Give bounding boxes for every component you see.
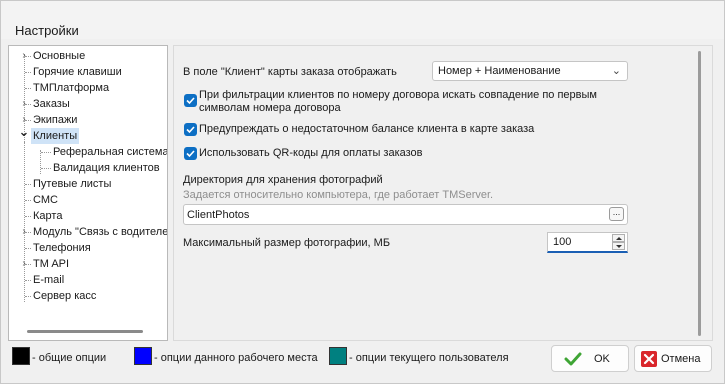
tree-item-crews[interactable]: › Экипажи (9, 112, 167, 128)
tree-item-label: Путевые листы (33, 178, 112, 190)
max-photo-size-spinner[interactable]: 100 (547, 232, 628, 253)
chevron-down-icon: ⌄ (611, 65, 621, 77)
check-icon (186, 97, 195, 105)
contract-search-label-line1: При фильтрации клиентов по номеру догово… (199, 89, 597, 101)
tree-item-clients[interactable]: ⌄ Клиенты (9, 124, 167, 144)
arrow-down-icon (616, 245, 622, 248)
tree-item-osnovnye[interactable]: › Основные (9, 48, 167, 64)
max-photo-size-label: Максимальный размер фотографии, МБ (183, 237, 391, 249)
tree-item-label: Сервер касс (33, 290, 97, 302)
tree-item-label: Модуль "Связь с водителем" (33, 226, 168, 238)
balance-warning-label: Предупреждать о недостаточном балансе кл… (199, 123, 535, 135)
legend-user-label: - опции текущего пользователя (349, 352, 509, 364)
qr-codes-checkbox[interactable] (184, 147, 197, 160)
tree-item-label: СМС (33, 194, 58, 206)
collapse-arrow-icon[interactable]: ⌄ (18, 124, 30, 140)
tree-item-tm-api[interactable]: › TM API (9, 256, 167, 272)
photo-dir-field[interactable]: ClientPhotos ... (183, 204, 628, 225)
tree-item-waybills[interactable]: Путевые листы (9, 176, 167, 192)
tree-item-label: ТМПлатформа (33, 82, 110, 94)
cancel-label: Отмена (661, 353, 701, 365)
client-display-label: В поле "Клиент" карты заказа отображать (183, 66, 397, 78)
spin-up-button[interactable] (612, 234, 625, 242)
ok-button[interactable]: OK (551, 345, 629, 372)
tree-item-label: Телефония (33, 242, 91, 254)
client-display-value: Номер + Наименование (438, 65, 561, 77)
spin-down-button[interactable] (612, 242, 625, 250)
tree-item-email[interactable]: E-mail (9, 272, 167, 288)
photo-dir-hint: Задается относительно компьютера, где ра… (183, 189, 494, 201)
photo-dir-label: Директория для хранения фотографий (183, 174, 383, 186)
tree-item-telephony[interactable]: Телефония (9, 240, 167, 256)
photo-dir-value: ClientPhotos (187, 209, 250, 221)
arrow-up-icon (616, 237, 622, 240)
tree-item-label: Валидация клиентов (53, 162, 160, 174)
max-photo-size-value: 100 (553, 236, 572, 248)
tree-item-sms[interactable]: СМС (9, 192, 167, 208)
qr-codes-label: Использовать QR-коды для оплаты заказов (199, 147, 423, 159)
contract-search-checkbox[interactable] (184, 94, 197, 107)
title-bar: Настройки (1, 1, 724, 39)
client-display-select[interactable]: Номер + Наименование ⌄ (432, 61, 628, 81)
settings-window: Настройки › Основные Горячие клавиши ТМП… (0, 0, 725, 384)
tree-item-driver-module[interactable]: › Модуль "Связь с водителем" (9, 224, 168, 240)
tree-horizontal-scrollbar[interactable] (27, 330, 143, 333)
settings-tree[interactable]: › Основные Горячие клавиши ТМПлатформа ›… (8, 45, 168, 341)
legend-common-swatch (12, 347, 30, 365)
tree-connector (41, 152, 51, 153)
tree-connector (41, 168, 51, 169)
tree-item-referral[interactable]: Реферальная система (9, 144, 168, 160)
contract-search-label-line2: символам номера договора (199, 102, 341, 114)
tree-item-label: TM API (33, 258, 70, 270)
checkmark-icon (564, 352, 582, 366)
cancel-button[interactable]: Отмена (634, 345, 712, 372)
tree-item-cash-server[interactable]: Сервер касс (9, 288, 167, 304)
window-title: Настройки (15, 23, 79, 38)
tree-item-orders[interactable]: › Заказы (9, 96, 167, 112)
tree-item-client-validation[interactable]: Валидация клиентов (9, 160, 167, 176)
tree-item-label: Горячие клавиши (33, 66, 122, 78)
legend-common-label: - общие опции (32, 352, 107, 364)
tree-item-hotkeys[interactable]: Горячие клавиши (9, 64, 167, 80)
tree-item-map[interactable]: Карта (9, 208, 167, 224)
tree-item-label: Основные (33, 50, 86, 62)
tree-item-tmplatforma[interactable]: ТМПлатформа (9, 80, 167, 96)
legend-user-swatch (329, 347, 347, 365)
legend-workplace-label: - опции данного рабочего места (154, 352, 318, 364)
browse-button[interactable]: ... (609, 207, 624, 221)
panel-vertical-scrollbar[interactable] (698, 51, 701, 336)
tree-item-label: Заказы (33, 98, 70, 110)
tree-item-label: E-mail (33, 274, 65, 286)
cross-icon (641, 351, 657, 367)
tree-item-label: Карта (33, 210, 63, 222)
tree-item-label: Клиенты (31, 128, 80, 144)
tree-item-label: Реферальная система (53, 146, 168, 158)
tree-item-label: Экипажи (33, 114, 78, 126)
legend-workplace-swatch (134, 347, 152, 365)
check-icon (186, 150, 195, 158)
check-icon (186, 126, 195, 134)
balance-warning-checkbox[interactable] (184, 123, 197, 136)
ok-label: OK (594, 353, 610, 365)
